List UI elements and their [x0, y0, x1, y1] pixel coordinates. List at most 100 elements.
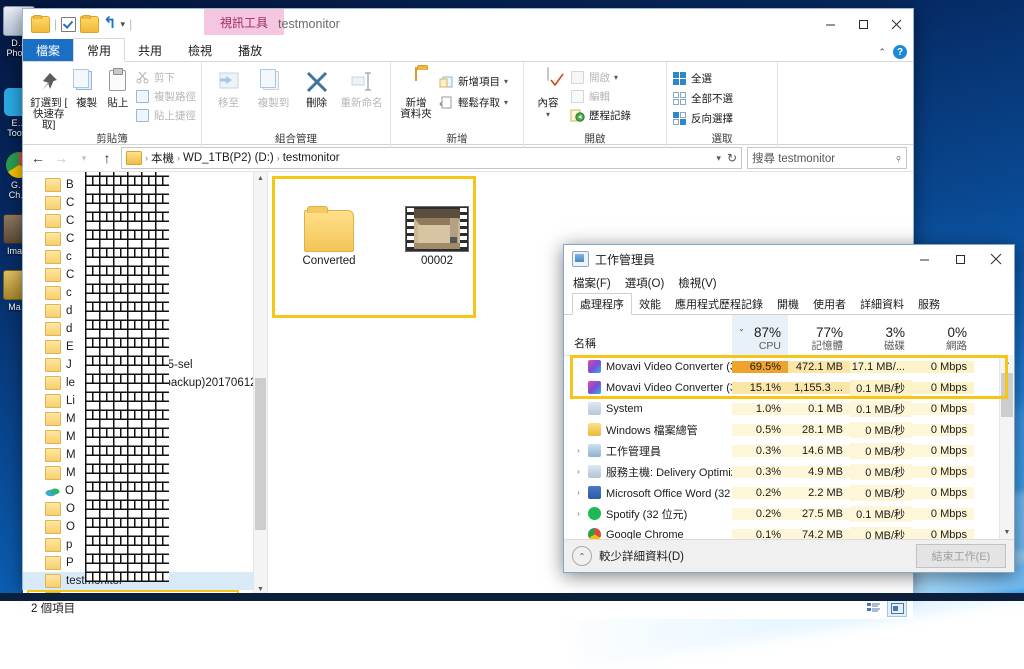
tree-item[interactable]: C [23, 212, 267, 230]
undo-icon[interactable]: ↰ [103, 16, 116, 32]
tree-item[interactable]: p [23, 536, 267, 554]
pin-to-quick-access-button[interactable]: 釘選到 [ 快速存取] [28, 66, 70, 131]
process-row[interactable]: Windows 檔案總管 0.5% 28.1 MB 0 MB/秒 0 Mbps [564, 419, 1014, 440]
tree-item[interactable]: c h [23, 284, 267, 302]
tree-item[interactable]: B ownload [23, 176, 267, 194]
invert-selection-button[interactable]: 反向選擇 [672, 110, 733, 127]
scrollbar-thumb[interactable] [255, 378, 266, 530]
easy-access-button[interactable]: 輕鬆存取 ▾ [439, 94, 508, 111]
process-row[interactable]: › 工作管理員 0.3% 14.6 MB 0 MB/秒 0 Mbps [564, 440, 1014, 461]
chevron-right-icon[interactable]: › [574, 467, 583, 476]
maximize-icon[interactable] [942, 245, 978, 273]
tab-other[interactable]: 應用程式歷程記錄 [668, 294, 770, 314]
tree-item[interactable]: O [23, 518, 267, 536]
copy-path-button[interactable]: 複製路徑 [135, 88, 196, 105]
minimize-icon[interactable] [906, 245, 942, 273]
column-header-disk[interactable]: 3% 磁碟 [850, 315, 912, 355]
process-row[interactable]: ›服務主機: Delivery Optimization0.3%4.9 MB0 … [564, 461, 1014, 482]
process-row[interactable]: Google Chrome 0.1% 74.2 MB 0 MB/秒 0 Mbps [564, 524, 1014, 539]
copy-to-button[interactable]: 複製到 [252, 66, 295, 109]
up-arrow-icon[interactable]: ↑ [98, 151, 116, 165]
copy-button[interactable]: 複製 [72, 66, 101, 109]
process-row[interactable]: System 1.0% 0.1 MB 0.1 MB/秒 0 Mbps [564, 398, 1014, 419]
tab-other[interactable]: 詳細資料 [853, 294, 911, 314]
large-icons-view-icon[interactable] [887, 599, 907, 617]
breadcrumb[interactable]: › 本機 › WD_1TB(P2) (D:) › testmonitor ▾ ↻ [121, 147, 742, 169]
move-to-button[interactable]: 移至 [207, 66, 250, 109]
tree-item[interactable]: C load [23, 266, 267, 284]
help-icon[interactable]: ? [893, 45, 907, 59]
tree-item[interactable]: le a750G(backup)20170612 [23, 374, 267, 392]
edit-button[interactable]: 編輯 [570, 88, 631, 105]
tree-item[interactable]: E [23, 338, 267, 356]
tree-item[interactable]: O [23, 482, 267, 500]
cut-button[interactable]: 剪下 [135, 69, 196, 86]
contextual-tab-video-tools[interactable]: 視訊工具 [204, 9, 284, 35]
delete-button[interactable]: 刪除 [297, 66, 336, 109]
history-button[interactable]: 歷程記錄 [570, 107, 631, 124]
tab-processes[interactable]: 處理程序 [572, 293, 632, 315]
tree-item[interactable]: J 20170425-sel [23, 356, 267, 374]
chevron-right-icon[interactable]: › [574, 509, 583, 518]
select-none-button[interactable]: 全部不選 [672, 90, 733, 107]
chevron-up-icon[interactable]: ⌃ [572, 546, 592, 566]
tab-other[interactable]: 開機 [770, 294, 806, 314]
recent-locations-icon[interactable]: ▾ [75, 151, 93, 165]
tab-other[interactable]: 服務 [911, 294, 947, 314]
tab-play[interactable]: 播放 [225, 39, 275, 61]
column-header-cpu[interactable]: ⌄ 87% CPU [732, 315, 788, 355]
process-row[interactable]: Movavi Video Converter (32 ...69.5%472.1… [564, 356, 1014, 377]
breadcrumb-item-drive[interactable]: WD_1TB(P2) (D:) [183, 152, 274, 164]
new-folder-button[interactable]: 新增 資料夾 [396, 66, 436, 120]
menu-view[interactable]: 檢視(V) [678, 275, 716, 291]
refresh-icon[interactable]: ↻ [727, 151, 737, 165]
chevron-down-icon[interactable]: ▼ [1000, 525, 1014, 539]
maximize-icon[interactable] [847, 9, 880, 39]
tree-item[interactable]: M [23, 428, 267, 446]
tab-view[interactable]: 檢視 [175, 39, 225, 61]
tree-scrollbar[interactable]: ▲ ▼ [253, 172, 267, 596]
chevron-up-icon[interactable]: ⌃ [878, 47, 886, 58]
chevron-down-icon[interactable]: ▾ [121, 19, 126, 30]
paste-shortcut-button[interactable]: 貼上捷徑 [135, 107, 196, 124]
tree-item[interactable]: d [23, 320, 267, 338]
chevron-right-icon[interactable]: › [574, 488, 583, 497]
tree-item[interactable]: M Editor [23, 446, 267, 464]
tree-item[interactable]: C [23, 194, 267, 212]
process-list-scrollbar[interactable]: ▲ ▼ [999, 355, 1014, 539]
tree-item[interactable]: O [23, 500, 267, 518]
fewer-details-button[interactable]: 較少詳細資料(D) [599, 548, 684, 564]
paste-button[interactable]: 貼上 [104, 66, 132, 109]
breadcrumb-item-this-pc[interactable]: 本機 [151, 150, 174, 166]
back-arrow-icon[interactable]: ← [29, 151, 47, 165]
chevron-down-icon[interactable]: ▾ [614, 73, 618, 82]
open-button[interactable]: 開啟 ▾ [570, 69, 631, 86]
menu-options[interactable]: 選項(O) [625, 275, 665, 291]
properties-icon[interactable] [61, 16, 77, 32]
tab-other[interactable]: 效能 [632, 294, 668, 314]
rename-button[interactable]: 重新命名 [338, 66, 385, 109]
menu-file[interactable]: 檔案(F) [573, 275, 611, 291]
chevron-down-icon[interactable]: ▾ [504, 98, 508, 107]
tab-home[interactable]: 常用 [73, 38, 126, 62]
close-icon[interactable] [978, 245, 1014, 273]
column-header-name[interactable]: 名稱 [564, 315, 732, 355]
chevron-down-icon[interactable]: ▾ [546, 109, 550, 120]
chevron-up-icon[interactable]: ▲ [254, 172, 267, 185]
folder-icon[interactable] [31, 14, 50, 33]
process-row[interactable]: Movavi Video Converter (32 ...15.1%1,155… [564, 377, 1014, 398]
column-header-memory[interactable]: 77% 記憶體 [788, 315, 850, 355]
details-view-icon[interactable] [863, 599, 883, 617]
close-icon[interactable] [880, 9, 913, 39]
chevron-down-icon[interactable]: ▾ [504, 77, 508, 86]
tab-other[interactable]: 使用者 [806, 294, 853, 314]
new-item-button[interactable]: 新增項目 ▾ [439, 73, 508, 90]
process-row[interactable]: › Microsoft Office Word (32 位...0.2%2.2 M… [564, 482, 1014, 503]
chevron-up-icon[interactable]: ▲ [1000, 355, 1014, 369]
search-input[interactable]: 搜尋 testmonitor ⌕ [747, 147, 907, 169]
search-icon[interactable]: ⌕ [892, 151, 906, 165]
process-row[interactable]: › Spotify (32 位元) 0.2% 27.5 MB 0.1 MB/秒 0 Mbp… [564, 503, 1014, 524]
tree-item[interactable]: Li [23, 392, 267, 410]
tree-item[interactable]: P [23, 554, 267, 572]
select-all-button[interactable]: 全選 [672, 70, 733, 87]
